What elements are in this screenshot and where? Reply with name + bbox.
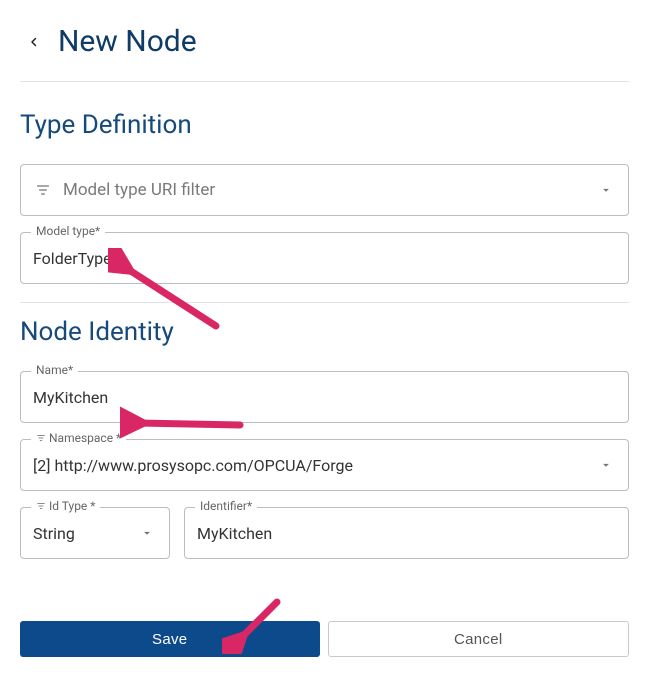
model-type-filter[interactable]: Model type URI filter <box>20 164 629 216</box>
chevron-down-icon <box>137 523 157 543</box>
save-button[interactable]: Save <box>20 621 320 657</box>
page-title: New Node <box>58 24 197 59</box>
chevron-down-icon <box>596 455 616 475</box>
identifier-field[interactable]: Identifier* MyKitchen <box>184 507 629 559</box>
name-label: Name* <box>31 363 78 377</box>
namespace-field[interactable]: Namespace * [2] http://www.prosysopc.com… <box>20 439 629 491</box>
model-type-label: Model type* <box>31 224 105 238</box>
filter-icon <box>33 180 53 200</box>
identifier-label: Identifier* <box>195 499 257 513</box>
section-node-identity-title: Node Identity <box>20 317 629 347</box>
model-type-filter-placeholder: Model type URI filter <box>63 180 586 200</box>
model-type-value: FolderType <box>33 249 616 268</box>
namespace-value: [2] http://www.prosysopc.com/OPCUA/Forge <box>33 456 586 475</box>
back-icon[interactable] <box>28 33 40 51</box>
name-value: MyKitchen <box>33 388 616 407</box>
chevron-down-icon <box>596 180 616 200</box>
section-type-definition-title: Type Definition <box>20 110 629 140</box>
cancel-button[interactable]: Cancel <box>328 621 630 657</box>
page-header: New Node <box>20 20 629 82</box>
id-type-value: String <box>33 524 127 543</box>
namespace-label: Namespace * <box>31 431 126 445</box>
name-field[interactable]: Name* MyKitchen <box>20 371 629 423</box>
id-type-label: Id Type * <box>31 499 100 513</box>
id-type-field[interactable]: Id Type * String <box>20 507 170 559</box>
identifier-value: MyKitchen <box>197 524 616 543</box>
model-type-field[interactable]: Model type* FolderType <box>20 232 629 284</box>
section-divider <box>20 302 629 303</box>
